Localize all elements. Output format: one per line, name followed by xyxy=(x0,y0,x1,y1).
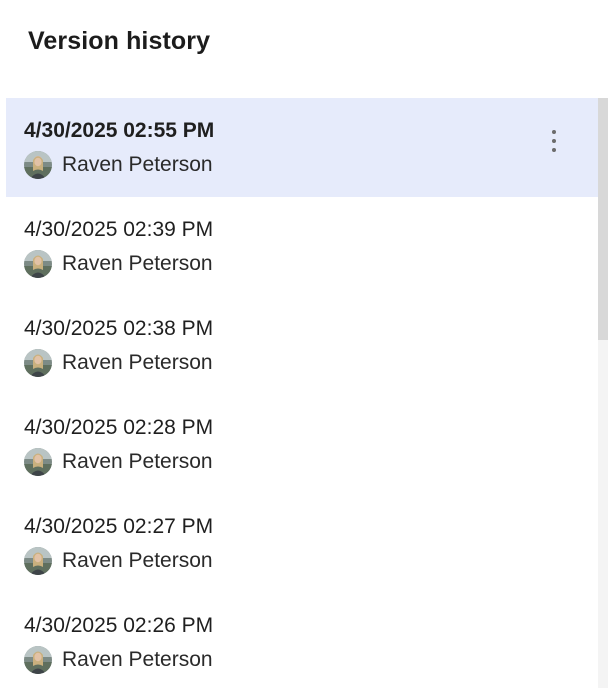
version-timestamp: 4/30/2025 02:27 PM xyxy=(24,515,214,538)
version-author: Raven Peterson xyxy=(24,151,213,179)
version-timestamp: 4/30/2025 02:55 PM xyxy=(24,119,215,142)
avatar xyxy=(24,349,52,377)
version-item[interactable]: 4/30/2025 02:39 PM Raven Peterson xyxy=(6,197,598,296)
author-name: Raven Peterson xyxy=(62,450,213,473)
author-name: Raven Peterson xyxy=(62,549,213,572)
version-timestamp: 4/30/2025 02:28 PM xyxy=(24,416,214,439)
avatar xyxy=(24,250,52,278)
author-name: Raven Peterson xyxy=(62,648,213,671)
avatar xyxy=(24,448,52,476)
avatar xyxy=(24,151,52,179)
version-author: Raven Peterson xyxy=(24,349,213,377)
scrollbar-track[interactable] xyxy=(598,98,608,688)
version-author: Raven Peterson xyxy=(24,250,213,278)
version-history-panel: Version history 4/30/2025 02:55 PM Raven… xyxy=(0,0,608,688)
version-author: Raven Peterson xyxy=(24,448,213,476)
version-timestamp: 4/30/2025 02:39 PM xyxy=(24,218,214,241)
scrollbar-thumb[interactable] xyxy=(598,98,608,340)
version-author: Raven Peterson xyxy=(24,646,213,674)
version-item[interactable]: 4/30/2025 02:27 PM Raven Peterson xyxy=(6,494,598,593)
version-item[interactable]: 4/30/2025 02:26 PM Raven Peterson xyxy=(6,593,598,688)
avatar xyxy=(24,646,52,674)
panel-title: Version history xyxy=(28,27,211,55)
version-item[interactable]: 4/30/2025 02:38 PM Raven Peterson xyxy=(6,296,598,395)
author-name: Raven Peterson xyxy=(62,252,213,275)
version-timestamp: 4/30/2025 02:38 PM xyxy=(24,317,214,340)
avatar xyxy=(24,547,52,575)
version-item[interactable]: 4/30/2025 02:28 PM Raven Peterson xyxy=(6,395,598,494)
version-item[interactable]: 4/30/2025 02:55 PM Raven Peterson xyxy=(6,98,598,197)
version-list: 4/30/2025 02:55 PM Raven Peterson 4/30/2… xyxy=(6,98,598,688)
more-vertical-icon[interactable] xyxy=(546,130,562,152)
version-author: Raven Peterson xyxy=(24,547,213,575)
version-timestamp: 4/30/2025 02:26 PM xyxy=(24,614,214,637)
author-name: Raven Peterson xyxy=(62,351,213,374)
author-name: Raven Peterson xyxy=(62,153,213,176)
